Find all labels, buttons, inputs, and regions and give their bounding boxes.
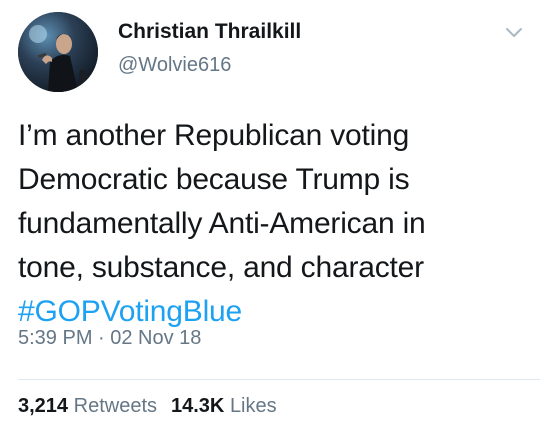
tweet-text-line: I’m another Republican voting bbox=[18, 119, 410, 152]
likes-count: 14.3K bbox=[171, 395, 225, 417]
chevron-down-icon bbox=[506, 28, 522, 37]
retweets-count: 3,214 bbox=[18, 395, 69, 417]
author-display-name[interactable]: Christian Thrailkill bbox=[118, 20, 301, 44]
likes-stat[interactable]: 14.3K Likes bbox=[171, 395, 277, 417]
tweet-text: I’m another Republican voting Democratic… bbox=[18, 114, 523, 334]
avatar[interactable] bbox=[18, 12, 98, 92]
retweets-label: Retweets bbox=[73, 395, 157, 417]
avatar-photo bbox=[18, 12, 98, 92]
tweet-text-line: tone, substance, and character bbox=[18, 251, 424, 284]
tweet-stats: 3,214 Retweets 14.3K Likes bbox=[18, 395, 277, 418]
tweet-text-line: fundamentally Anti-American in bbox=[18, 207, 426, 240]
likes-label: Likes bbox=[229, 395, 277, 417]
divider bbox=[18, 379, 540, 380]
tweet-text-line: Democratic because Trump is bbox=[18, 163, 410, 196]
author-handle[interactable]: @Wolvie616 bbox=[118, 54, 231, 77]
tweet-menu-button[interactable] bbox=[500, 18, 528, 46]
retweets-stat[interactable]: 3,214 Retweets bbox=[18, 395, 157, 417]
tweet-timestamp[interactable]: 5:39 PM · 02 Nov 18 bbox=[18, 327, 201, 350]
